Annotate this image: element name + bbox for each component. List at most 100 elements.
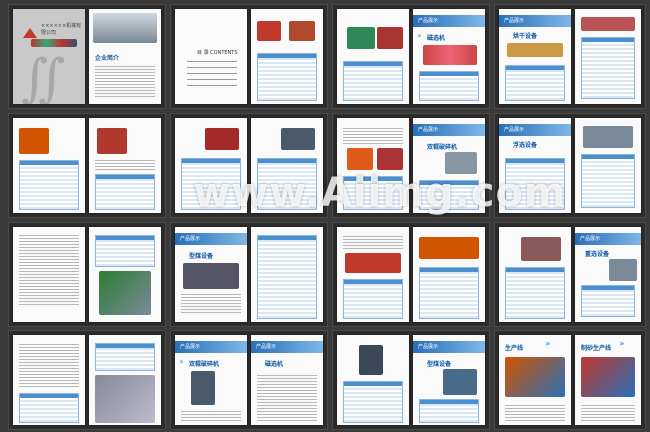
cover-company-name: ××××××机械有限公司 [41, 23, 82, 36]
section-header-bar: 产品展示 [575, 233, 641, 245]
section-header-title: 产品展示 [418, 127, 439, 133]
equipment-photo [609, 259, 637, 281]
toc-heading: 目 录 CONTENTS [197, 50, 238, 56]
spec-table [581, 37, 635, 99]
product-text [257, 373, 317, 421]
intro-page: 企业简介 [89, 9, 161, 104]
briquette-press-photo [359, 345, 383, 375]
product-text [343, 126, 403, 144]
product-page-d [575, 9, 641, 104]
equipment-photo [521, 237, 561, 261]
spread-10: 产品展示 型煤设备 [170, 222, 328, 327]
spread-4: 产品展示 烘干设备 [494, 4, 646, 109]
product-page-v [89, 335, 161, 425]
section-header-bar: 产品展示 [175, 233, 247, 245]
jaw-crusher-photo [205, 128, 239, 150]
toc-line [187, 61, 237, 62]
spread-14: 产品展示 ›› 双辊破碎机 产品展示 磁选机 [170, 330, 328, 430]
crusher-photo-2 [289, 21, 315, 41]
watermark-text: www.Aiimg.com [193, 170, 567, 216]
product-page-t: 产品展示 重选设备 [575, 227, 641, 322]
equipment-photo [191, 371, 215, 405]
spec-table [95, 343, 155, 371]
section-title: 制砂生产线 [581, 345, 612, 352]
product-page-a [337, 9, 409, 104]
spread-13 [8, 330, 166, 430]
product-page-f [89, 118, 161, 213]
toc-line [187, 73, 237, 74]
spread-15: 产品展示 型煤设备 [332, 330, 490, 430]
section-title: 型煤设备 [427, 361, 452, 368]
conveyor-photo [581, 17, 635, 31]
spread-16: 生产线 ››› 制砂生产线 ››› [494, 330, 646, 430]
equipment-photo [583, 126, 633, 148]
spec-table [19, 393, 79, 423]
equipment-photo [377, 27, 403, 49]
product-page-s [499, 227, 571, 322]
spec-table [343, 61, 403, 101]
product-text [19, 235, 79, 305]
magnetic-separator-photo [423, 45, 477, 65]
spec-table [257, 53, 317, 101]
spec-table [343, 381, 403, 423]
production-line-page: 生产线 ››› [499, 335, 571, 425]
product-page-n [89, 227, 161, 322]
section-header-bar: 产品展示 [413, 124, 485, 136]
product-text [181, 293, 241, 313]
spec-table [419, 267, 479, 319]
product-text [581, 403, 635, 421]
section-header-title: 产品展示 [418, 344, 439, 350]
product-page-x: 产品展示 磁选机 [251, 335, 323, 425]
section-title: 生产线 [505, 345, 524, 352]
spread-3: 产品展示 ›› 磁选机 [332, 4, 490, 109]
product-page-w: 产品展示 ›› 双辊破碎机 [175, 335, 247, 425]
sand-line-page: 制砂生产线 ››› [575, 335, 641, 425]
section-header-bar: 产品展示 [499, 124, 571, 136]
factory-photo [93, 13, 157, 43]
section-title: 双辊破碎机 [189, 361, 220, 368]
equipment-photo [443, 369, 477, 395]
spread-2: 目 录 CONTENTS [170, 4, 328, 109]
equipment-photo [347, 27, 375, 49]
section-header-bar: 产品展示 [499, 15, 571, 27]
section-title: 重选设备 [585, 251, 610, 258]
product-page-z: 产品展示 型煤设备 [413, 335, 485, 425]
section-header-title: 产品展示 [504, 127, 525, 133]
spec-table [505, 65, 565, 101]
section-header-bar: 产品展示 [251, 341, 323, 353]
product-text [19, 343, 79, 387]
product-page-r [413, 227, 485, 322]
dryer-photo [507, 43, 563, 57]
spread-1: ××××××机械有限公司 ∬ 企业简介 [8, 4, 166, 109]
product-page-y [337, 335, 409, 425]
production-line-diagram [505, 357, 565, 397]
spec-table [343, 279, 403, 319]
spec-table [581, 285, 635, 317]
spec-table [95, 174, 155, 210]
toc-line [187, 79, 237, 80]
product-page-l [575, 118, 641, 213]
section-header-bar: 产品展示 [413, 15, 485, 27]
section-header-title: 产品展示 [580, 236, 601, 242]
section-header-bar: 产品展示 [175, 341, 247, 353]
section-title: 型煤设备 [189, 253, 214, 260]
section-header-title: 产品展示 [180, 236, 201, 242]
chevron-right-icon: ›› [417, 31, 422, 40]
spec-table [419, 71, 479, 101]
cover-decorative-glyph-icon: ∬ [21, 49, 66, 104]
spec-table [257, 235, 317, 319]
product-page-p [251, 227, 323, 322]
impact-crusher-photo [19, 128, 49, 154]
spec-table [505, 267, 565, 319]
section-header-title: 产品展示 [256, 344, 277, 350]
chevron-right-icon: ››› [619, 339, 624, 348]
spec-table [581, 154, 635, 208]
product-page-o: 产品展示 型煤设备 [175, 227, 247, 322]
chevron-right-icon: ››› [545, 339, 550, 348]
chevron-right-icon: ›› [179, 357, 184, 366]
rotary-dryer-photo [345, 253, 401, 273]
equipment-photo [377, 148, 403, 170]
section-header-title: 产品展示 [418, 18, 439, 24]
spec-table [95, 235, 155, 267]
factory-equipment-photo [95, 375, 155, 423]
